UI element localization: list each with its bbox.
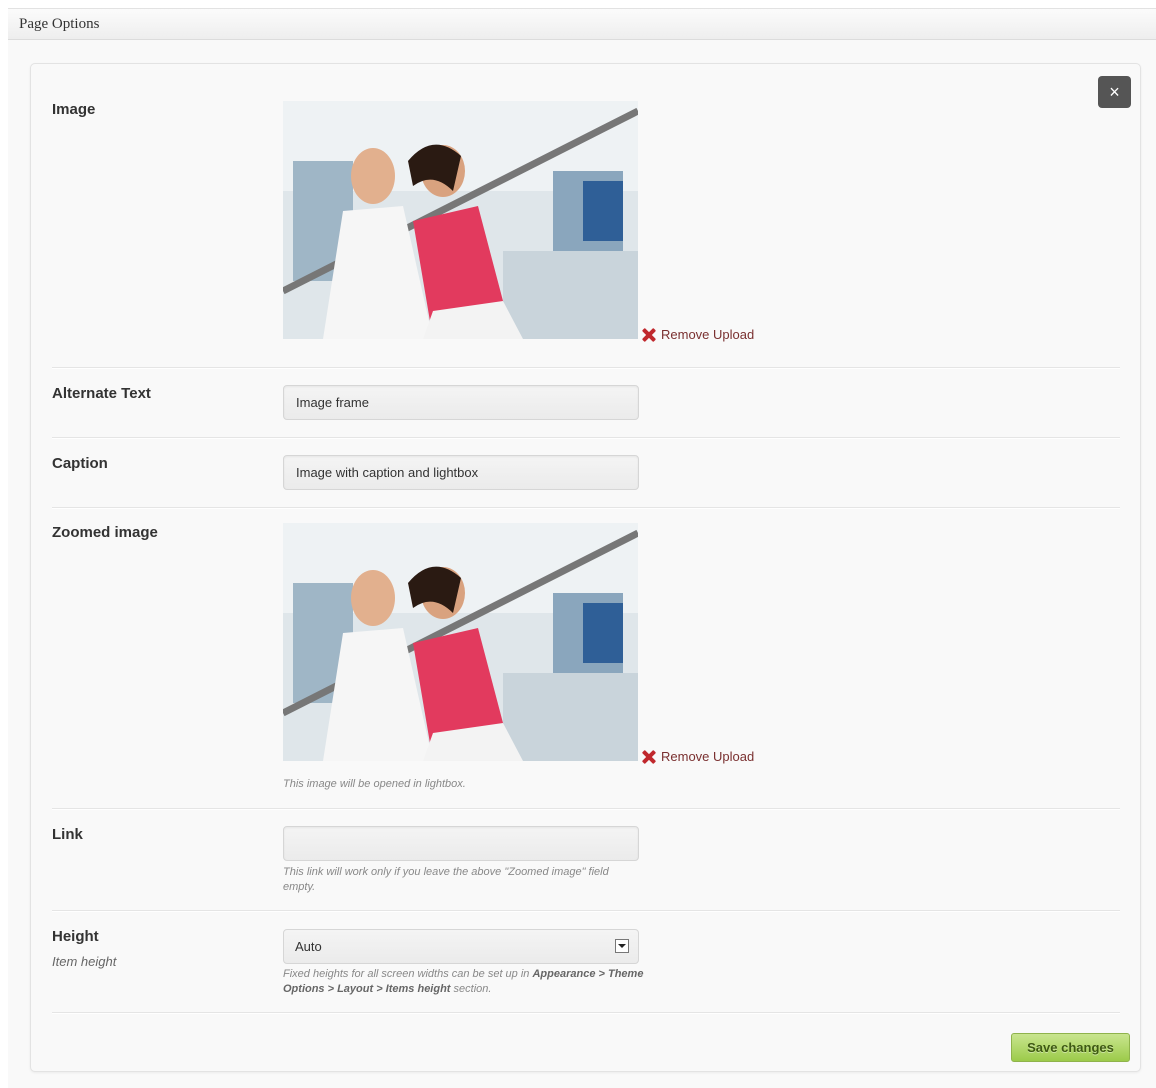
zoomed-image-preview bbox=[283, 523, 638, 761]
zoomed-image-label: Zoomed image bbox=[52, 524, 158, 541]
page-options-header: Page Options bbox=[8, 8, 1156, 40]
height-select-value: Auto bbox=[295, 939, 322, 954]
height-help-prefix: Fixed heights for all screen widths can … bbox=[283, 968, 533, 980]
image-preview bbox=[283, 101, 638, 339]
remove-upload-button[interactable]: Remove Upload bbox=[642, 749, 754, 764]
remove-upload-label: Remove Upload bbox=[661, 749, 755, 764]
divider bbox=[52, 507, 1120, 509]
save-changes-button[interactable]: Save changes bbox=[1011, 1033, 1130, 1062]
height-label: Height bbox=[52, 928, 99, 945]
options-panel: × Image Remove Upload Alternate Text Ima… bbox=[30, 63, 1141, 1072]
caption-label: Caption bbox=[52, 455, 108, 472]
gym-photo bbox=[283, 523, 638, 761]
height-select[interactable]: Auto bbox=[283, 929, 639, 964]
divider bbox=[52, 367, 1120, 369]
link-label: Link bbox=[52, 826, 83, 843]
image-label: Image bbox=[52, 101, 96, 118]
divider bbox=[52, 437, 1120, 439]
link-input[interactable] bbox=[283, 826, 639, 861]
height-sublabel: Item height bbox=[52, 954, 117, 969]
zoomed-image-help: This image will be opened in lightbox. bbox=[283, 778, 466, 790]
page-title: Page Options bbox=[19, 16, 100, 32]
alternate-text-input[interactable]: Image frame bbox=[283, 385, 639, 420]
alternate-text-label: Alternate Text bbox=[52, 385, 151, 402]
close-icon: × bbox=[1109, 82, 1120, 102]
remove-icon bbox=[642, 750, 656, 764]
remove-icon bbox=[642, 328, 656, 342]
remove-upload-button[interactable]: Remove Upload bbox=[642, 327, 754, 342]
remove-upload-label: Remove Upload bbox=[661, 327, 755, 342]
link-help: This link will work only if you leave th… bbox=[283, 866, 609, 893]
divider bbox=[52, 910, 1120, 912]
divider bbox=[52, 1012, 1120, 1014]
close-button[interactable]: × bbox=[1098, 76, 1131, 108]
caption-input[interactable]: Image with caption and lightbox bbox=[283, 455, 639, 490]
height-help: Fixed heights for all screen widths can … bbox=[283, 967, 653, 997]
chevron-down-icon[interactable] bbox=[615, 939, 629, 953]
divider bbox=[52, 808, 1120, 810]
height-help-suffix: section. bbox=[450, 983, 492, 995]
gym-photo bbox=[283, 101, 638, 339]
